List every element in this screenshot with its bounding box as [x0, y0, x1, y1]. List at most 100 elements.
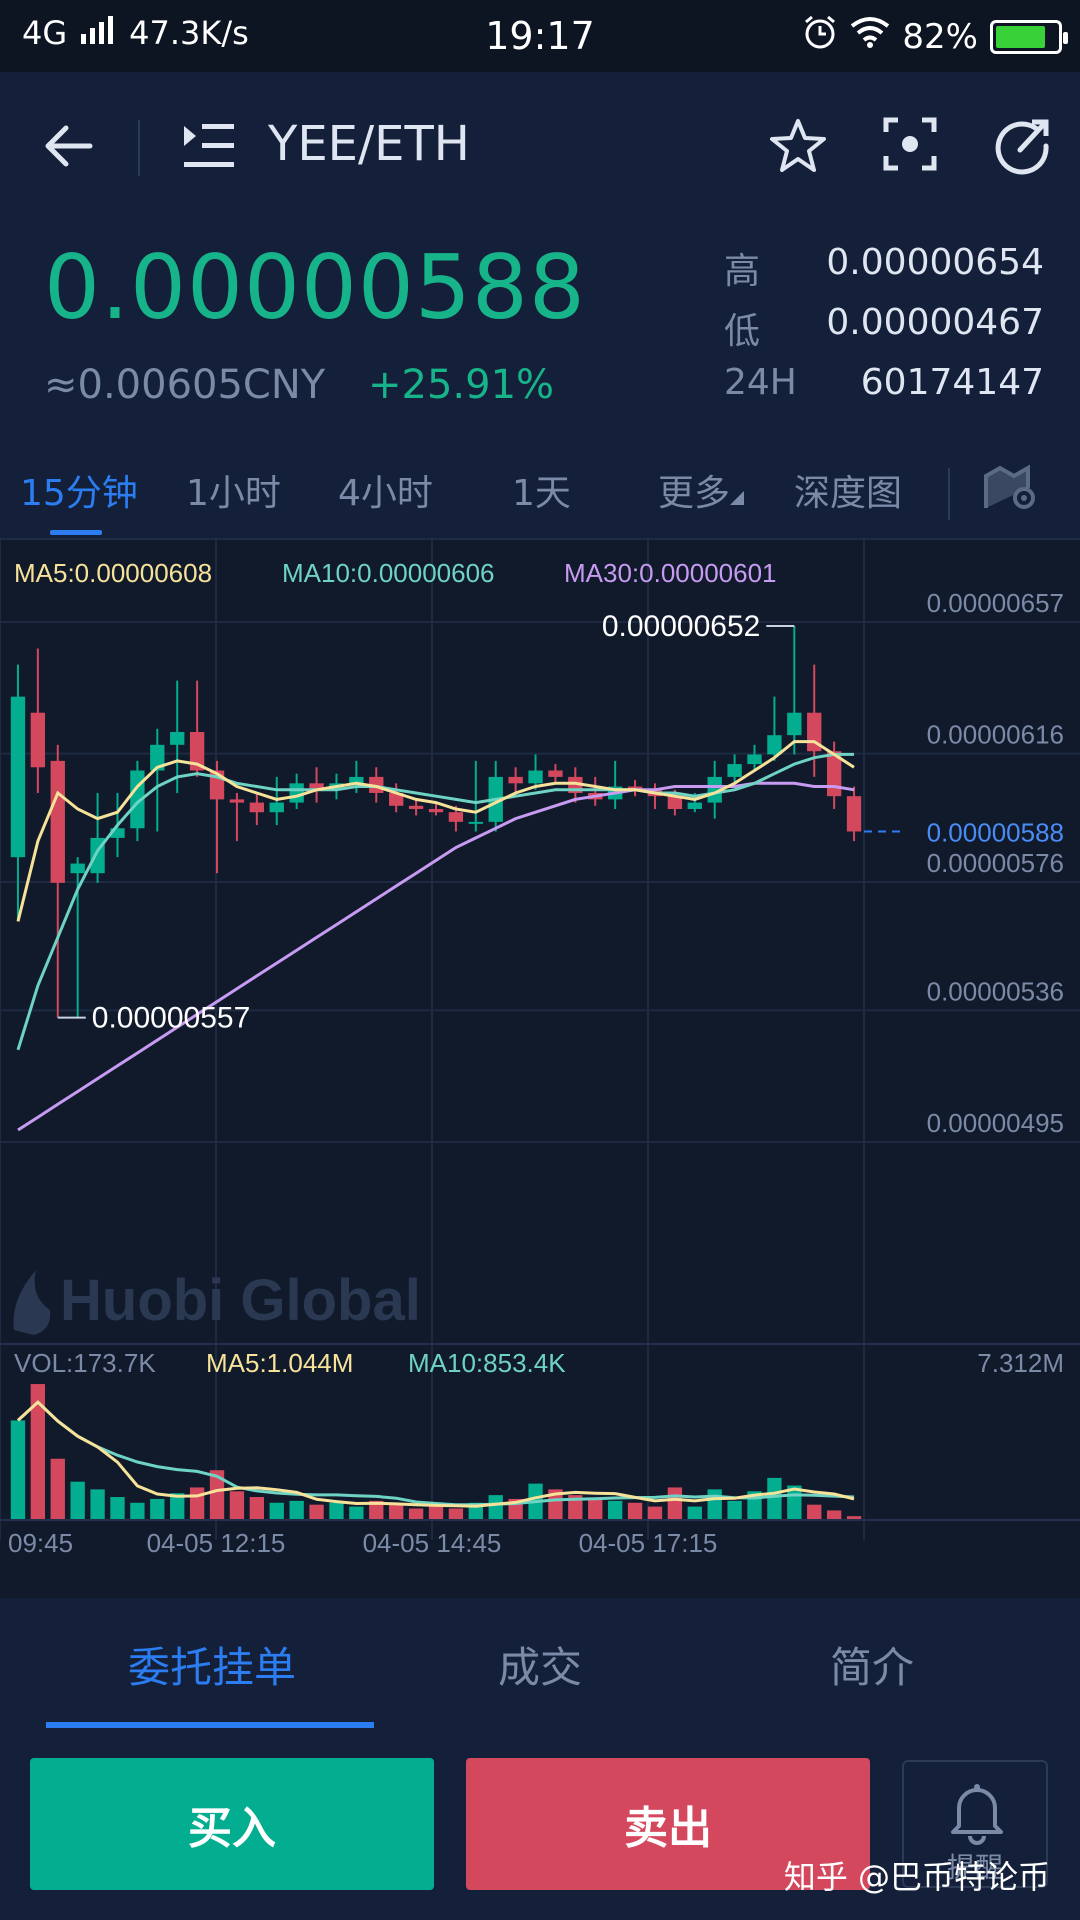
candle-body	[70, 863, 85, 874]
volume-bar	[727, 1500, 742, 1520]
x-axis-label: 04-05 14:45	[363, 1528, 502, 1558]
volume-bar	[189, 1487, 205, 1520]
battery-fill	[996, 25, 1046, 48]
x-axis-label: 04-05 17:15	[579, 1528, 718, 1558]
candle-body	[747, 754, 762, 765]
y-tick-label: 0.00000576	[927, 848, 1064, 878]
candle-body	[170, 731, 185, 745]
tab-depth-chart[interactable]: 深度图	[794, 464, 902, 516]
vol-legend: VOL:173.7K	[14, 1348, 156, 1378]
vol-ma5-legend: MA5:1.044M	[206, 1348, 353, 1378]
stat-low-value: 0.00000467	[826, 302, 1044, 343]
candle-body	[30, 712, 46, 768]
ma30-line	[17, 781, 855, 1132]
buy-button[interactable]: 买入	[30, 1758, 434, 1890]
volume-bar	[150, 1498, 165, 1520]
candle-body	[50, 760, 65, 883]
tab-order-book[interactable]: 委托挂单	[128, 1634, 296, 1695]
tab-4hour[interactable]: 4小时	[338, 464, 433, 516]
volume-bar	[448, 1508, 464, 1520]
chart-settings-icon[interactable]	[984, 462, 1038, 516]
candle-body	[548, 770, 563, 777]
volume-bar	[229, 1491, 245, 1520]
share-icon[interactable]	[992, 116, 1052, 180]
bell-icon	[951, 1784, 1003, 1845]
min-price-label: 0.00000557	[92, 1002, 251, 1035]
volume-bar	[488, 1495, 503, 1520]
candle-body	[528, 770, 543, 784]
favorite-star-icon[interactable]	[768, 116, 828, 180]
price-stats: 高 0.00000654 低 0.00000467 24H 60174147	[724, 242, 1044, 422]
volume-bar	[667, 1487, 683, 1520]
stat-high-label: 高	[724, 251, 761, 292]
tab-trades[interactable]: 成交	[498, 1634, 582, 1695]
huobi-flame-icon	[13, 1270, 51, 1335]
price-summary: 0.00000588 ≈0.00605CNY +25.91% 高 0.000006…	[0, 222, 1080, 442]
tab-1hour[interactable]: 1小时	[186, 464, 281, 516]
volume-bar	[588, 1498, 603, 1520]
candle-body	[249, 802, 265, 813]
ma5-legend: MA5:0.00000608	[14, 558, 212, 588]
kline-chart[interactable]: MA5:0.00000608 MA10:0.00000606 MA30:0.0000…	[0, 538, 1080, 1562]
screenshot-icon[interactable]	[882, 116, 938, 180]
max-price-label: 0.00000652	[602, 610, 761, 643]
header-divider	[138, 120, 140, 176]
y-tick-label: 0.00000616	[927, 720, 1064, 750]
volume-bar	[408, 1508, 424, 1520]
volume-bar	[329, 1502, 344, 1520]
stat-24h-label: 24H	[724, 362, 797, 403]
volume-bar	[110, 1497, 125, 1520]
volume-bar	[10, 1420, 26, 1520]
y-tick-label: 0.00000536	[927, 976, 1064, 1006]
battery-percent: 82%	[902, 16, 978, 57]
action-bar: 买入 卖出 提醒 知乎 @巴币特论币	[0, 1728, 1080, 1920]
bottom-tabs: 委托挂单 成交 简介	[0, 1598, 1080, 1728]
volume-bar	[30, 1384, 46, 1520]
tab-1day[interactable]: 1天	[512, 464, 571, 516]
x-axis-label: 04-05 12:15	[147, 1528, 286, 1558]
volume-bar	[807, 1504, 822, 1520]
volume-bar	[707, 1489, 722, 1520]
stat-24h-value: 60174147	[860, 362, 1044, 403]
candle-body	[468, 821, 483, 824]
candle-body	[846, 796, 862, 832]
tab-more[interactable]: 更多	[658, 464, 745, 516]
tab-intro[interactable]: 简介	[830, 1634, 914, 1695]
active-tab-indicator	[50, 530, 102, 535]
tab-15min[interactable]: 15分钟	[20, 464, 138, 516]
volume-bar	[50, 1458, 65, 1520]
candle-body	[269, 802, 284, 813]
stat-low: 低 0.00000467	[724, 302, 1044, 362]
battery-icon	[990, 19, 1068, 54]
ma30-legend: MA30:0.00000601	[564, 558, 777, 588]
candle-body	[408, 805, 424, 810]
vol-ma10-legend: MA10:853.4K	[408, 1348, 566, 1378]
y-tick-label: 0.00000495	[927, 1108, 1064, 1138]
alarm-icon	[802, 14, 838, 59]
volume-bar	[90, 1489, 105, 1520]
candle-body	[508, 776, 523, 784]
volume-bar	[627, 1502, 643, 1520]
volume-bar	[130, 1502, 145, 1520]
candle-body	[727, 764, 742, 777]
volume-bar	[607, 1500, 623, 1520]
back-arrow-icon[interactable]	[42, 120, 94, 176]
status-bar: 4G 47.3K/s 19:17 82%	[0, 0, 1080, 72]
ma10-legend: MA10:0.00000606	[282, 558, 495, 588]
kline-chart-svg: MA5:0.00000608 MA10:0.00000606 MA30:0.0000…	[0, 540, 1080, 1558]
volume-bar	[349, 1506, 364, 1520]
candle-body	[289, 783, 304, 803]
vol-ma5-line	[16, 1400, 855, 1508]
x-axis-label: 09:45	[8, 1528, 73, 1558]
tab-divider	[948, 468, 950, 520]
stat-24h-volume: 24H 60174147	[724, 362, 1044, 422]
wifi-icon	[850, 16, 890, 57]
vol-max-label: 7.312M	[977, 1348, 1064, 1378]
volume-bar	[289, 1500, 304, 1520]
candle-body	[229, 799, 245, 803]
trading-pair-title[interactable]: YEE/ETH	[268, 116, 470, 172]
huobi-watermark: Huobi Global	[60, 1268, 421, 1333]
stat-high-value: 0.00000654	[826, 242, 1044, 283]
stat-low-label: 低	[724, 311, 761, 352]
market-list-icon[interactable]	[182, 122, 236, 174]
